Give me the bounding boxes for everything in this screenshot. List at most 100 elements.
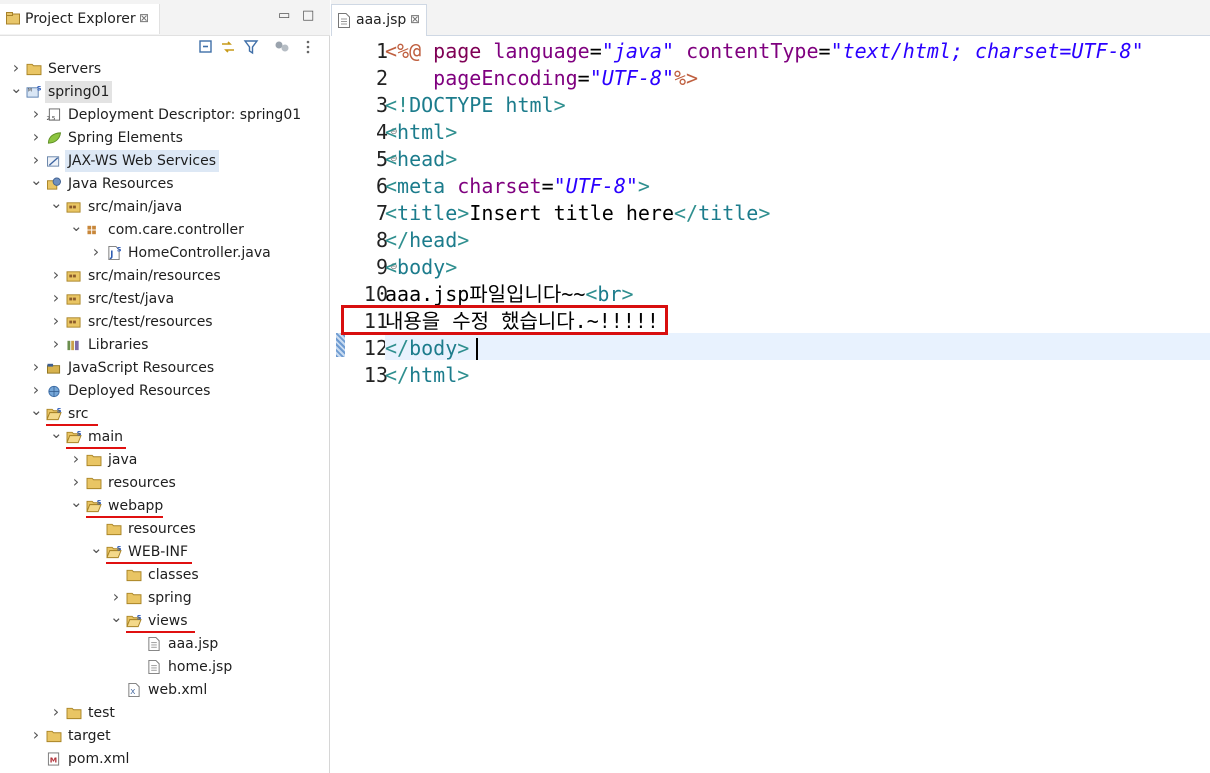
chevron-right-icon[interactable]: › bbox=[30, 356, 42, 378]
tree-item[interactable]: › src/main/resources bbox=[0, 265, 330, 287]
view-menu-icon[interactable] bbox=[300, 39, 316, 55]
tree-item-label: webapp bbox=[108, 498, 164, 514]
tree-item[interactable]: › test bbox=[0, 702, 330, 724]
chevron-right-icon[interactable]: › bbox=[10, 57, 22, 79]
tree-item-label: JAX-WS Web Services bbox=[65, 150, 220, 172]
tree-item[interactable]: › 2.5 Deployment Descriptor: spring01 bbox=[0, 104, 330, 126]
filter-icon[interactable] bbox=[243, 39, 259, 55]
chevron-right-icon[interactable]: › bbox=[90, 241, 102, 263]
tree-item[interactable]: › src/test/resources bbox=[0, 311, 330, 333]
libraries-icon bbox=[67, 340, 79, 351]
tree-item[interactable]: ⌄ src/main/java bbox=[0, 194, 330, 218]
chevron-right-icon[interactable]: › bbox=[50, 701, 62, 723]
code-token: > bbox=[445, 255, 458, 279]
code-token: "UTF-8" bbox=[553, 174, 638, 198]
tree-item[interactable]: › Libraries bbox=[0, 334, 330, 356]
tree-item[interactable]: › resources bbox=[0, 472, 330, 494]
chevron-down-icon[interactable]: ⌄ bbox=[50, 422, 63, 444]
close-icon[interactable]: ⊠ bbox=[410, 12, 420, 26]
tree-item[interactable]: › target bbox=[0, 725, 330, 747]
chevron-right-icon[interactable]: › bbox=[70, 448, 82, 470]
tree-item[interactable]: ⌄ Swebapp bbox=[0, 493, 330, 517]
chevron-down-icon[interactable]: ⌄ bbox=[90, 537, 103, 559]
tree-item-label: spring01 bbox=[45, 81, 113, 103]
tree-item[interactable]: › JAX-WS Web Services bbox=[0, 150, 330, 172]
code-line: aaa.jsp파일입니다~~<br> bbox=[385, 281, 634, 308]
tree-item[interactable]: › Deployed Resources bbox=[0, 380, 330, 402]
code-token: > bbox=[445, 147, 458, 171]
code-token: html bbox=[397, 120, 446, 144]
tree-item[interactable]: Mpom.xml bbox=[0, 748, 330, 770]
chevron-right-icon[interactable]: › bbox=[70, 471, 82, 493]
chevron-right-icon[interactable]: › bbox=[30, 103, 42, 125]
code-token: = bbox=[577, 66, 590, 90]
tree-item[interactable]: Xweb.xml bbox=[0, 679, 330, 701]
code-token: DOCTYPE bbox=[409, 93, 506, 117]
project-explorer-icon bbox=[6, 12, 20, 25]
chevron-right-icon[interactable]: › bbox=[50, 333, 62, 355]
focus-icon[interactable] bbox=[274, 39, 290, 55]
editor-panel: aaa.jsp ⊠ 1 2 3 4 ⊖ 5 ⊖ 6 7 8 9 ⊖ 10 11 12 13 <%@ page … bbox=[331, 0, 1210, 773]
source-folder-icon bbox=[66, 271, 81, 282]
tree-item[interactable]: › JavaScript Resources bbox=[0, 357, 330, 379]
chevron-down-icon[interactable]: ⌄ bbox=[50, 192, 63, 214]
code-token: </ bbox=[674, 201, 699, 225]
chevron-right-icon[interactable]: › bbox=[30, 149, 42, 171]
tree-item-label: java bbox=[108, 452, 138, 468]
folder-open-icon: S bbox=[106, 545, 122, 559]
tree-item[interactable]: ⌄ com.care.controller bbox=[0, 217, 330, 241]
svg-text:J: J bbox=[109, 249, 113, 259]
chevron-down-icon[interactable]: ⌄ bbox=[110, 606, 123, 628]
jsp-file-icon bbox=[338, 13, 350, 28]
code-token: pageEncoding bbox=[433, 66, 578, 90]
code-token: = bbox=[541, 174, 554, 198]
project-explorer-tab[interactable]: Project Explorer ⊠ bbox=[0, 4, 160, 34]
tree-item[interactable]: ⌄ Smain bbox=[0, 424, 330, 448]
tree-item[interactable]: › java bbox=[0, 449, 330, 471]
explorer-tab-bar: Project Explorer ⊠ ▭ □ bbox=[0, 0, 330, 36]
chevron-down-icon[interactable]: ⌄ bbox=[30, 169, 43, 191]
tree-item[interactable]: aaa.jsp bbox=[0, 633, 330, 655]
tree-item[interactable]: home.jsp bbox=[0, 656, 330, 678]
tree-item-label: home.jsp bbox=[168, 659, 233, 675]
tree-item[interactable]: › Spring Elements bbox=[0, 127, 330, 149]
code-token: <! bbox=[385, 93, 410, 117]
chevron-right-icon[interactable]: › bbox=[50, 264, 62, 286]
jsp-file-icon bbox=[148, 660, 160, 674]
tree-item[interactable]: classes bbox=[0, 564, 330, 586]
chevron-right-icon[interactable]: › bbox=[30, 126, 42, 148]
tree-item[interactable]: ⌄ M Sspring01 bbox=[0, 79, 330, 103]
highlight-box bbox=[341, 305, 668, 335]
code-token: < bbox=[585, 282, 598, 306]
link-with-editor-icon[interactable] bbox=[220, 39, 236, 55]
tree-item[interactable]: › J S HomeController.java bbox=[0, 242, 330, 264]
chevron-down-icon[interactable]: ⌄ bbox=[10, 77, 23, 99]
tree-item[interactable]: › Servers bbox=[0, 58, 330, 80]
line-number: 10 bbox=[363, 282, 388, 306]
chevron-down-icon[interactable]: ⌄ bbox=[70, 215, 83, 237]
code-area[interactable]: <%@ page language="java" contentType="te… bbox=[385, 36, 1210, 773]
chevron-right-icon[interactable]: › bbox=[50, 287, 62, 309]
chevron-down-icon[interactable]: ⌄ bbox=[30, 399, 43, 421]
chevron-right-icon[interactable]: › bbox=[110, 586, 122, 608]
chevron-down-icon[interactable]: ⌄ bbox=[70, 491, 83, 513]
close-icon[interactable]: ⊠ bbox=[139, 11, 149, 25]
tree-item-label: src bbox=[68, 406, 89, 422]
editor-tab-aaa-jsp[interactable]: aaa.jsp ⊠ bbox=[331, 4, 427, 36]
line-number: 6 bbox=[375, 174, 388, 198]
minimize-icon[interactable]: ▭ bbox=[278, 8, 290, 23]
tree-item[interactable]: › spring bbox=[0, 587, 330, 609]
svg-text:S: S bbox=[117, 246, 122, 254]
chevron-right-icon[interactable]: › bbox=[30, 724, 42, 746]
tree-item[interactable]: resources bbox=[0, 518, 330, 540]
tree-item[interactable]: ⌄ Sviews bbox=[0, 608, 330, 632]
maximize-icon[interactable]: □ bbox=[302, 8, 314, 23]
chevron-right-icon[interactable]: › bbox=[50, 310, 62, 332]
tree-item[interactable]: › src/test/java bbox=[0, 288, 330, 310]
collapse-all-icon[interactable] bbox=[198, 39, 214, 55]
folder-icon bbox=[126, 592, 142, 605]
tree-item-label: Java Resources bbox=[68, 176, 174, 192]
tree-item[interactable]: ⌄ S WEB-INF bbox=[0, 539, 330, 563]
chevron-right-icon[interactable]: › bbox=[30, 379, 42, 401]
